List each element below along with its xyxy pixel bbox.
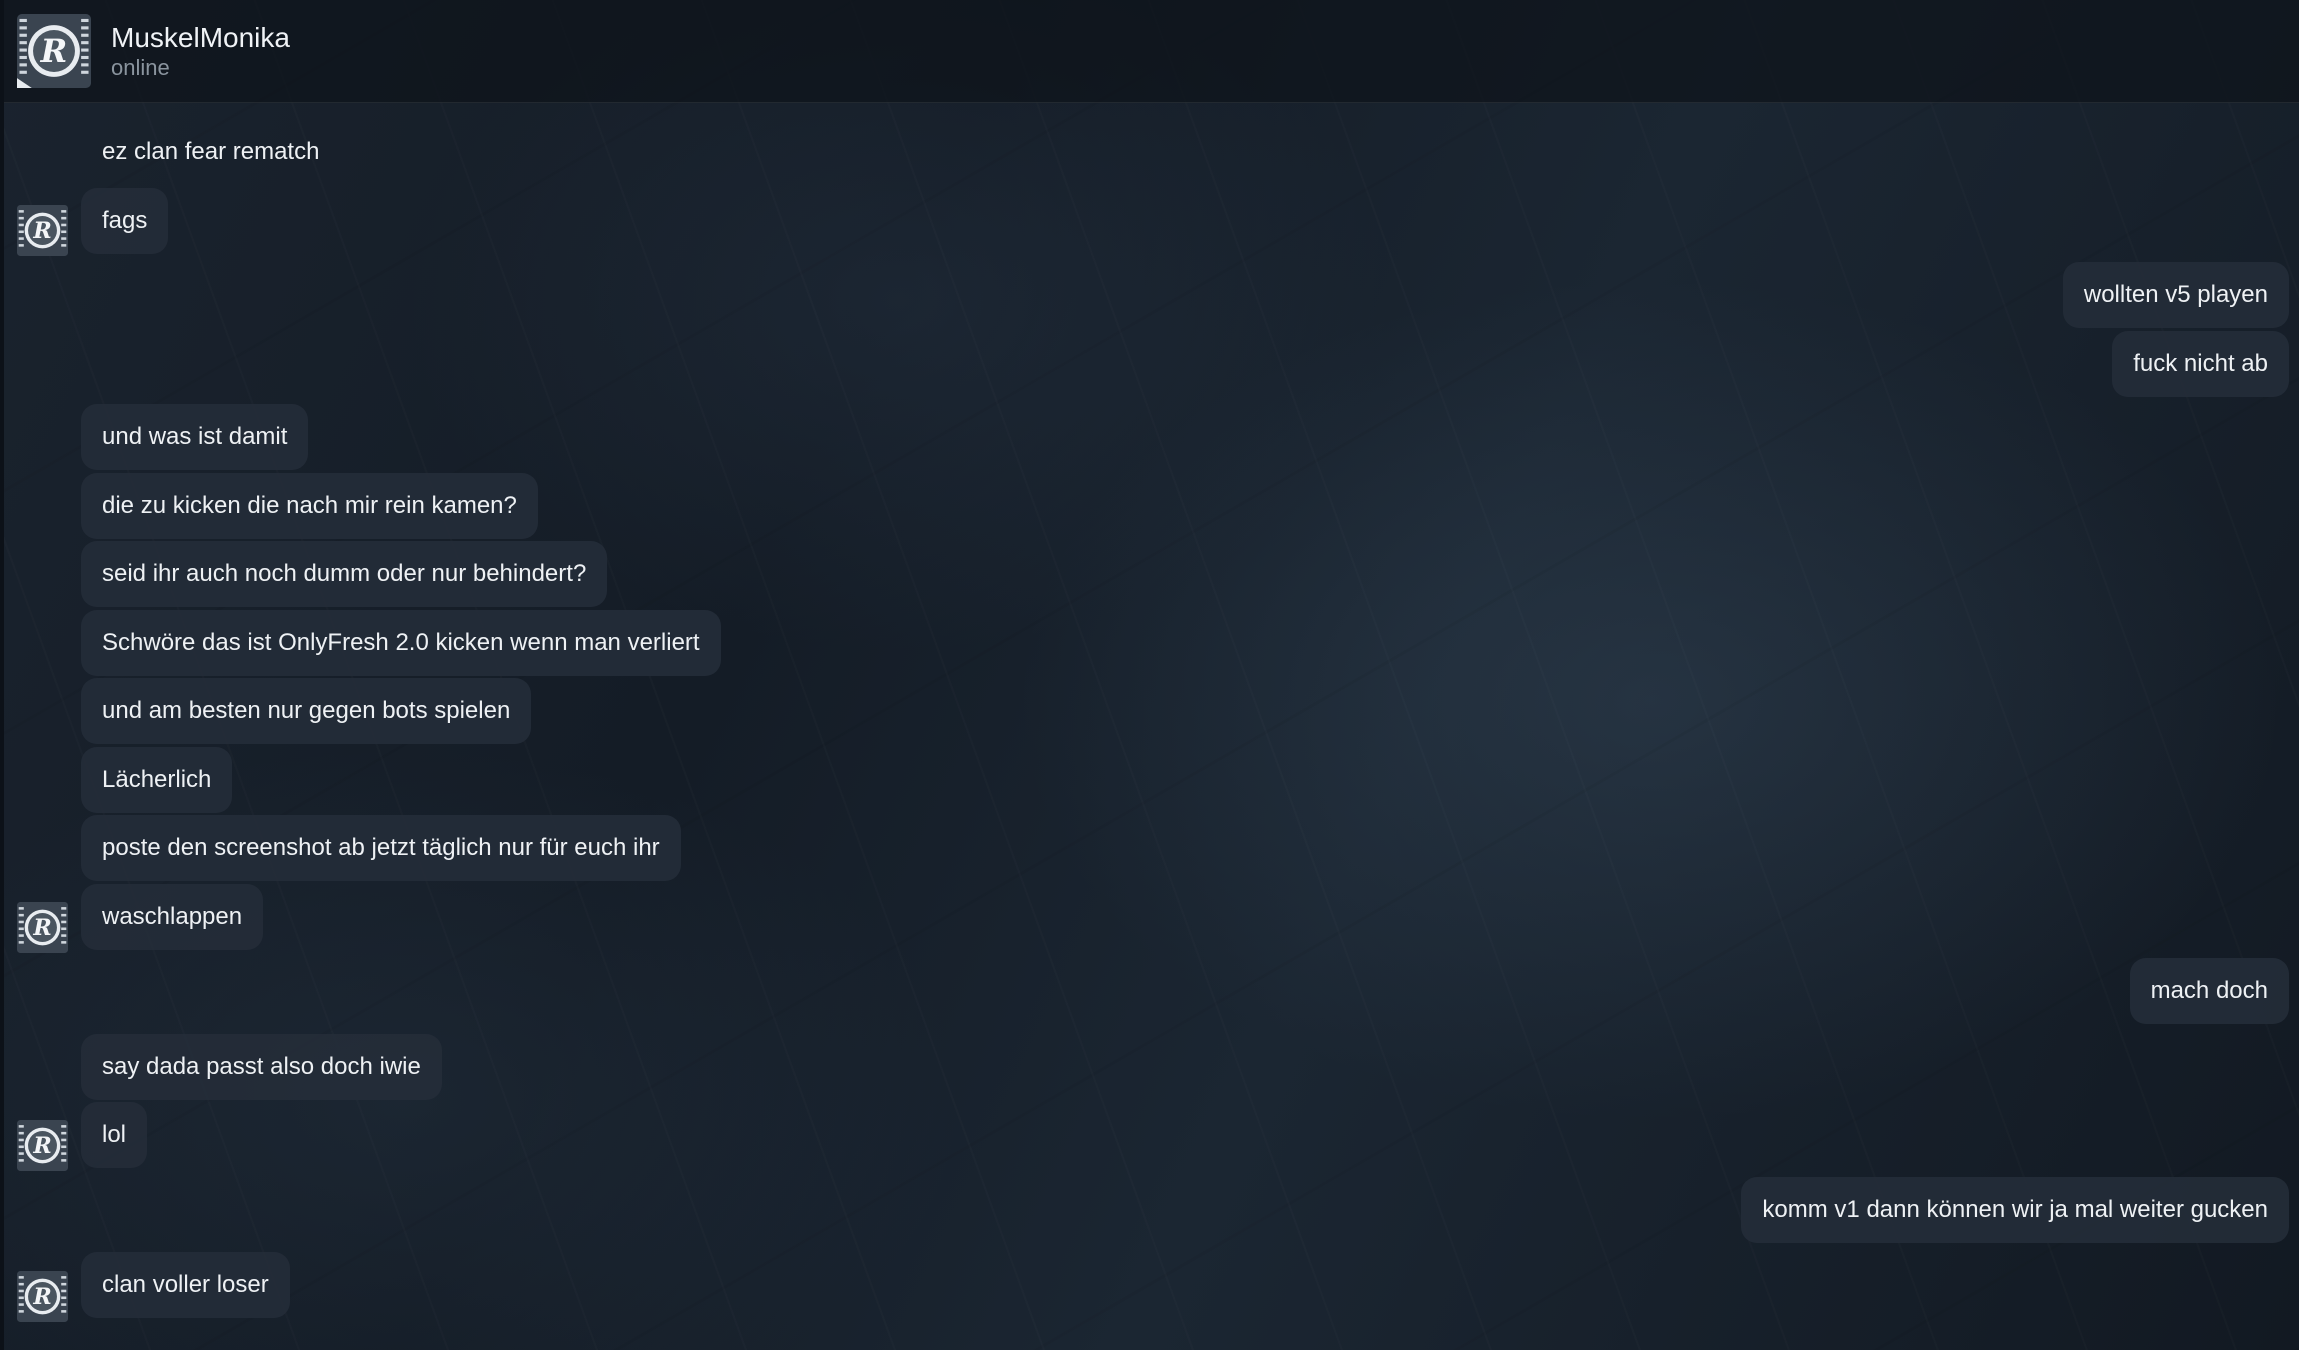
- svg-text:R: R: [40, 32, 68, 70]
- message-outgoing: fuck nicht ab: [2112, 331, 2289, 397]
- contact-avatar-icon[interactable]: R: [17, 14, 91, 88]
- contact-name: MuskelMonika: [111, 22, 290, 53]
- chat-header: R MuskelMonika online: [4, 0, 2299, 103]
- message-incoming: clan voller loser: [81, 1252, 290, 1318]
- message-outgoing: wollten v5 playen: [2062, 262, 2289, 328]
- sender-avatar-icon[interactable]: R: [17, 205, 68, 256]
- sender-avatar-icon[interactable]: R: [17, 902, 68, 953]
- svg-text:R: R: [32, 1133, 51, 1159]
- message-incoming: waschlappen: [81, 884, 264, 950]
- svg-text:R: R: [32, 1284, 51, 1310]
- left-border: [0, 0, 4, 1350]
- contact-status: online: [111, 55, 170, 80]
- message-incoming: fags: [81, 188, 169, 254]
- message-outgoing: komm v1 dann können wir ja mal weiter gu…: [1741, 1177, 2289, 1243]
- message-incoming: seid ihr auch noch dumm oder nur behinde…: [81, 541, 608, 607]
- message-incoming: ez clan fear rematch: [102, 138, 320, 165]
- svg-text:R: R: [32, 915, 51, 941]
- message-incoming: und was ist damit: [81, 404, 309, 470]
- message-incoming: Lächerlich: [81, 747, 233, 813]
- message-incoming: Schwöre das ist OnlyFresh 2.0 kicken wen…: [81, 610, 721, 676]
- sender-avatar-icon[interactable]: R: [17, 1271, 68, 1322]
- sender-avatar-icon[interactable]: R: [17, 1120, 68, 1171]
- message-incoming: und am besten nur gegen bots spielen: [81, 678, 532, 744]
- message-incoming: poste den screenshot ab jetzt täglich nu…: [81, 815, 681, 881]
- message-incoming: say dada passt also doch iwie: [81, 1034, 442, 1100]
- svg-text:R: R: [32, 218, 51, 244]
- message-outgoing: mach doch: [2129, 958, 2289, 1024]
- message-incoming: lol: [81, 1102, 148, 1168]
- message-incoming: die zu kicken die nach mir rein kamen?: [81, 473, 538, 539]
